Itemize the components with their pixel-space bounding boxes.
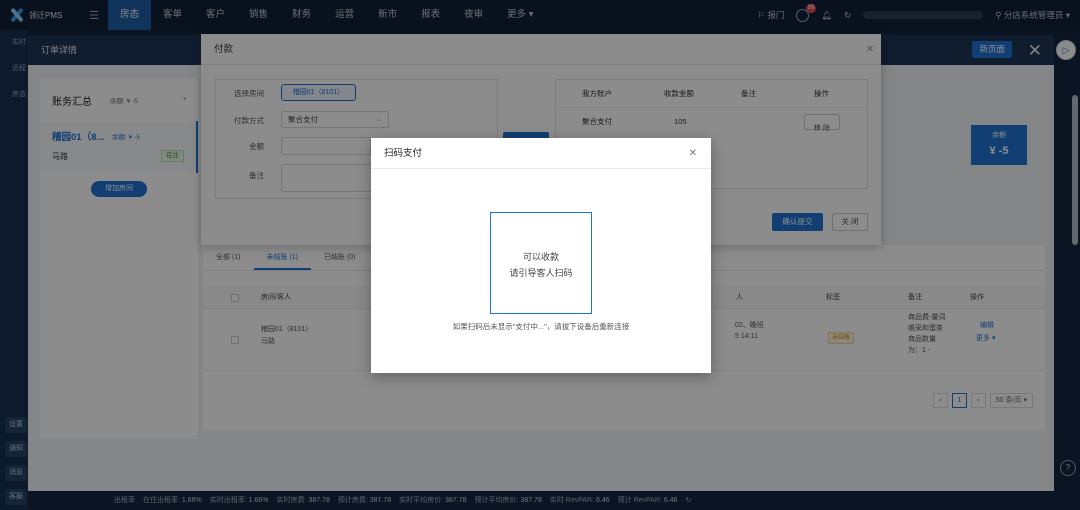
scan-dialog-header: 扫码支付 ✕ xyxy=(371,138,711,169)
qr-status-text: 可以收款 xyxy=(522,252,559,262)
scan-tip: 如果扫码后未显示"支付中..."，请拔下设备后重新连接 xyxy=(452,322,630,331)
close-icon[interactable]: ✕ xyxy=(689,138,697,169)
scan-dialog-title: 扫码支付 xyxy=(384,148,423,159)
scan-pay-dialog: 扫码支付 ✕ 可以收款 请引导客人扫码 如果扫码后未显示"支付中..."，请拔下… xyxy=(371,138,711,373)
qr-hint-text: 请引导客人扫码 xyxy=(509,268,573,278)
qr-placeholder: 可以收款 请引导客人扫码 xyxy=(490,212,592,314)
